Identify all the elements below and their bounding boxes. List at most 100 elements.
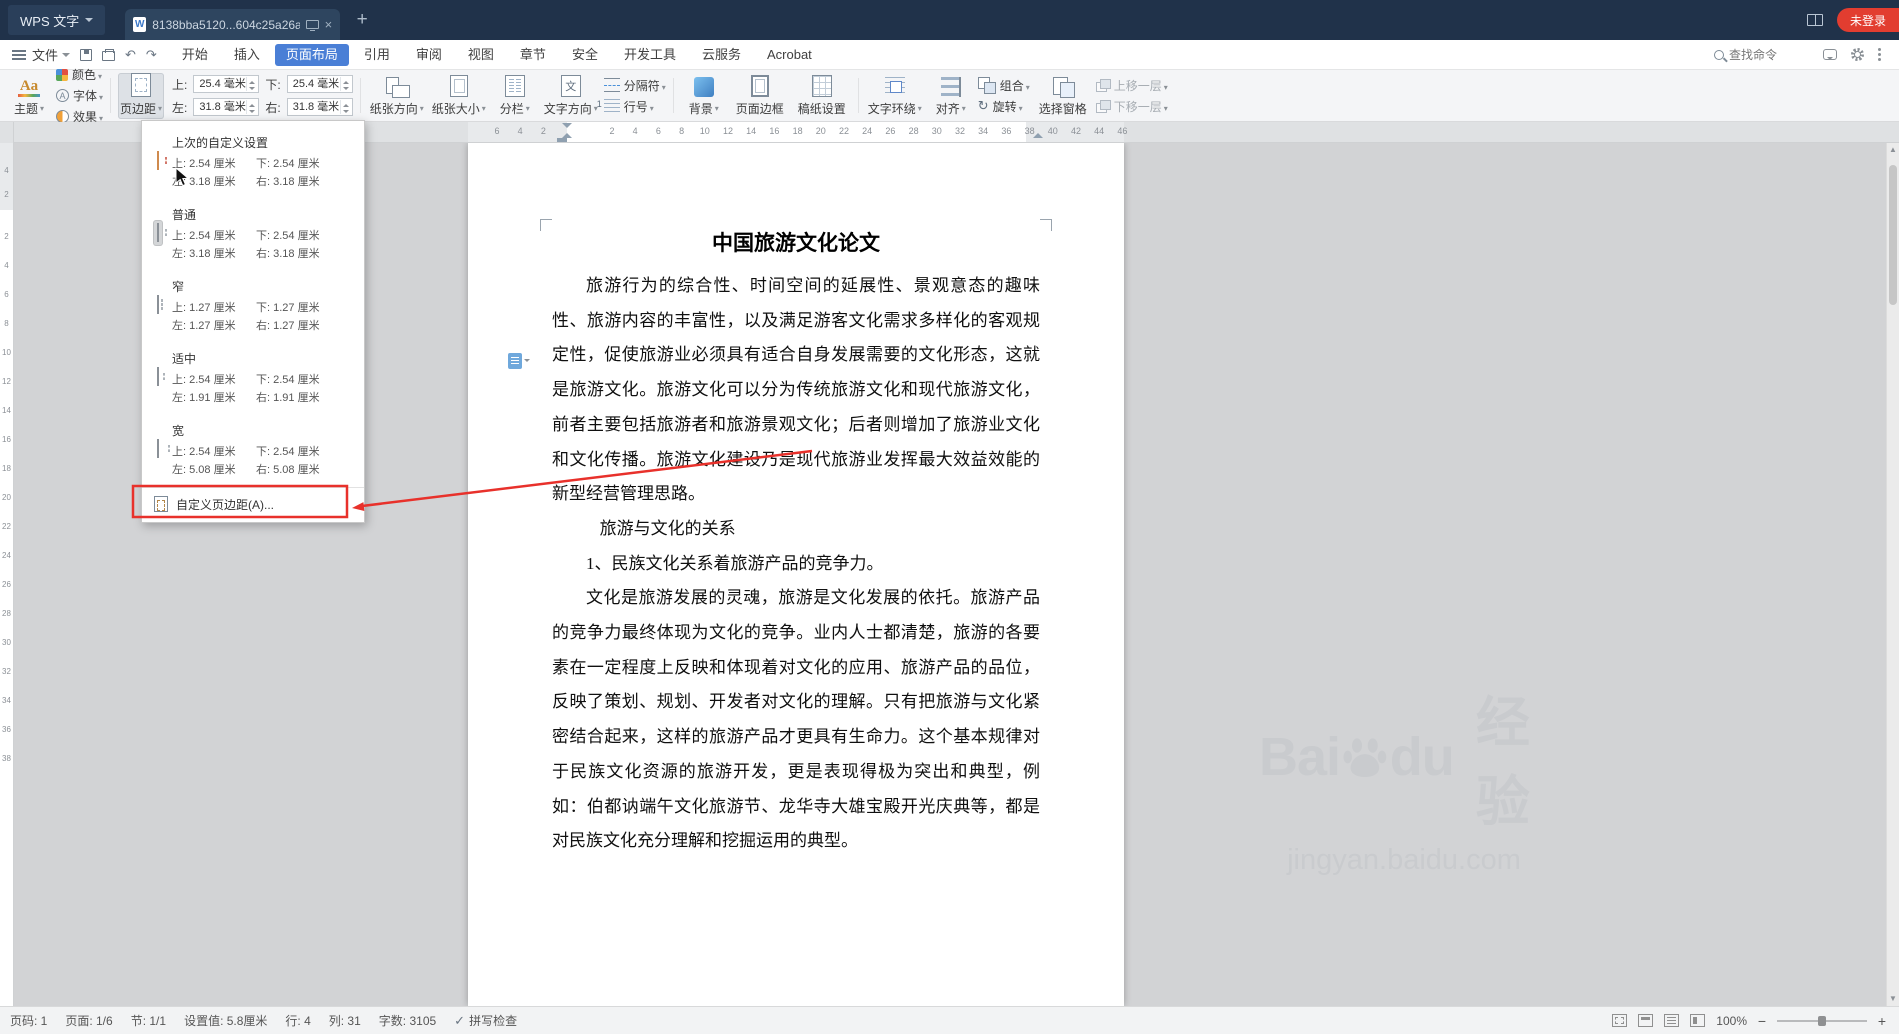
orientation-button[interactable]: 纸张方向 bbox=[368, 73, 426, 119]
tab-section[interactable]: 章节 bbox=[509, 44, 557, 66]
bring-forward-button[interactable]: 上移一层 bbox=[1095, 77, 1168, 94]
theme-button[interactable]: Aa 主题 bbox=[6, 73, 52, 119]
status-page-of-total[interactable]: 页面: 1/6 bbox=[65, 1012, 112, 1029]
page-view-icon[interactable] bbox=[1638, 1014, 1654, 1027]
margins-option-normal[interactable]: 普通 上: 2.54 厘米 下: 2.54 厘米 左: 3.18 厘米 右: 3… bbox=[142, 197, 364, 269]
ribbon: Aa 主题 颜色 字体 效果 bbox=[0, 68, 1899, 124]
zoom-out-icon[interactable]: − bbox=[1755, 1013, 1769, 1029]
search-input[interactable] bbox=[1729, 47, 1809, 62]
margins-icon bbox=[131, 72, 152, 97]
line-numbers-button[interactable]: 行号 bbox=[597, 98, 666, 115]
file-menu[interactable]: 文件 bbox=[32, 45, 71, 64]
text-wrap-button[interactable]: 文字环绕 bbox=[866, 73, 924, 119]
text-direction-label: 文字方向 bbox=[544, 100, 598, 117]
paper-size-button[interactable]: 纸张大小 bbox=[430, 73, 488, 119]
margins-option-wide[interactable]: 宽 上: 2.54 厘米 下: 2.54 厘米 左: 5.08 厘米 右: 5.… bbox=[142, 413, 364, 485]
document-body[interactable]: 中国旅游文化论文 旅游行为的综合性、时间空间的延展性、景观意态的趣味性、旅游内容… bbox=[468, 143, 1124, 1006]
ruler-number: 18 bbox=[792, 126, 803, 136]
tab-page-layout[interactable]: 页面布局 bbox=[274, 43, 349, 66]
margins-option-moderate[interactable]: 适中 上: 2.54 厘米 下: 2.54 厘米 左: 1.91 厘米 右: 1… bbox=[142, 341, 364, 413]
ruler-number: 20 bbox=[815, 126, 826, 136]
spellcheck-button[interactable]: ✓ 拼写检查 bbox=[454, 1012, 517, 1029]
tab-view[interactable]: 视图 bbox=[457, 44, 505, 66]
tab-cloud[interactable]: 云服务 bbox=[691, 44, 752, 66]
gear-icon[interactable] bbox=[1851, 48, 1864, 61]
margin-right-field[interactable]: 31.8 毫米 bbox=[286, 98, 353, 116]
theme-label: 主题 bbox=[14, 100, 44, 117]
group-button[interactable]: 组合 bbox=[977, 77, 1030, 94]
vertical-ruler[interactable]: 4 2 2 4 6 8 10 12 14 16 18 20 22 24 26 28 30 32 34 36 38 bbox=[0, 122, 14, 1006]
split-screen-icon[interactable] bbox=[1806, 14, 1823, 26]
ruler-number: 8 bbox=[4, 319, 9, 328]
stepper-arrows-icon[interactable] bbox=[246, 100, 257, 114]
left-indent-marker[interactable] bbox=[557, 138, 567, 142]
vertical-scrollbar[interactable]: ▲ ▼ bbox=[1886, 143, 1899, 1006]
ruler-number: 28 bbox=[2, 609, 11, 618]
margins-option-narrow[interactable]: 窄 上: 1.27 厘米 下: 1.27 厘米 左: 1.27 厘米 右: 1.… bbox=[142, 269, 364, 341]
scroll-down-icon[interactable]: ▼ bbox=[1887, 992, 1899, 1006]
app-menu-label: WPS 文字 bbox=[20, 13, 80, 29]
print-icon[interactable] bbox=[102, 48, 116, 61]
margins-button[interactable]: 页边距 bbox=[118, 72, 165, 119]
cast-icon[interactable] bbox=[305, 20, 319, 31]
page-border-button[interactable]: 页面边框 bbox=[731, 73, 789, 119]
document-tab[interactable]: 8138bba5120...604c25a26aa × bbox=[125, 9, 341, 40]
rotate-icon: ↻ bbox=[977, 98, 989, 113]
stepper-arrows-icon[interactable] bbox=[339, 100, 351, 114]
tab-developer[interactable]: 开发工具 bbox=[613, 44, 687, 66]
zoom-slider[interactable] bbox=[1777, 1015, 1867, 1026]
feedback-icon[interactable] bbox=[1823, 49, 1837, 60]
breaks-button[interactable]: 分隔符 bbox=[603, 77, 666, 94]
orientation-label: 纸张方向 bbox=[370, 100, 424, 117]
status-word-count[interactable]: 字数: 3105 bbox=[379, 1012, 436, 1029]
ruler-number: 36 bbox=[1001, 126, 1012, 136]
stepper-arrows-icon[interactable] bbox=[339, 77, 351, 91]
rotate-button[interactable]: ↻ 旋转 bbox=[978, 98, 1030, 115]
tab-acrobat[interactable]: Acrobat bbox=[756, 44, 823, 66]
grid-setup-button[interactable]: 稿纸设置 bbox=[793, 73, 851, 119]
tab-review[interactable]: 审阅 bbox=[405, 44, 453, 66]
kebab-menu-icon[interactable] bbox=[1878, 48, 1881, 51]
web-view-icon[interactable] bbox=[1690, 1014, 1706, 1027]
tab-close-icon[interactable]: × bbox=[325, 17, 333, 32]
send-backward-button[interactable]: 下移一层 bbox=[1095, 98, 1168, 115]
bring-forward-icon bbox=[1095, 79, 1111, 92]
fullscreen-view-icon[interactable] bbox=[1612, 1014, 1628, 1027]
margin-bottom-field[interactable]: 25.4 毫米 bbox=[286, 75, 353, 93]
login-badge[interactable]: 未登录 bbox=[1836, 8, 1899, 32]
select-pane-button[interactable]: 选择窗格 bbox=[1034, 73, 1092, 119]
tab-insert[interactable]: 插入 bbox=[223, 44, 271, 66]
tab-security[interactable]: 安全 bbox=[561, 44, 609, 66]
outline-view-icon[interactable] bbox=[1664, 1014, 1680, 1027]
margin-value: 左: 1.91 厘米 bbox=[172, 391, 236, 404]
text-direction-button[interactable]: 文字方向 bbox=[542, 73, 600, 119]
align-button[interactable]: 对齐 bbox=[928, 73, 974, 119]
fonts-button[interactable]: 字体 bbox=[56, 87, 103, 104]
columns-button[interactable]: 分栏 bbox=[492, 73, 538, 119]
paste-options-button[interactable] bbox=[508, 353, 530, 369]
colors-button[interactable]: 颜色 bbox=[56, 66, 103, 83]
redo-icon[interactable]: ↷ bbox=[146, 47, 157, 63]
hamburger-icon[interactable] bbox=[12, 49, 26, 60]
zoom-in-icon[interactable]: + bbox=[1875, 1013, 1889, 1029]
tab-home[interactable]: 开始 bbox=[171, 44, 219, 66]
document-page[interactable]: 中国旅游文化论文 旅游行为的综合性、时间空间的延展性、景观意态的趣味性、旅游内容… bbox=[468, 143, 1124, 1006]
margin-top-field[interactable]: 25.4 毫米 bbox=[193, 75, 260, 93]
custom-margins-menu-item[interactable]: 自定义页边距(A)... bbox=[142, 490, 364, 518]
background-button[interactable]: 背景 bbox=[681, 73, 727, 119]
command-search[interactable] bbox=[1714, 47, 1809, 62]
hanging-indent-marker[interactable] bbox=[562, 128, 572, 138]
save-icon[interactable] bbox=[80, 48, 93, 61]
ruler-number: 38 bbox=[2, 754, 11, 763]
right-indent-marker[interactable] bbox=[1033, 128, 1043, 138]
scrollbar-thumb[interactable] bbox=[1889, 165, 1897, 305]
zoom-slider-thumb[interactable] bbox=[1818, 1015, 1826, 1026]
zoom-level[interactable]: 100% bbox=[1716, 1014, 1747, 1028]
undo-icon[interactable]: ↶ bbox=[125, 47, 136, 63]
margin-left-field[interactable]: 31.8 毫米 bbox=[193, 98, 260, 116]
new-tab-button[interactable]: + bbox=[350, 9, 374, 31]
stepper-arrows-icon[interactable] bbox=[246, 77, 257, 91]
scroll-up-icon[interactable]: ▲ bbox=[1887, 143, 1899, 157]
tab-references[interactable]: 引用 bbox=[353, 44, 401, 66]
app-menu-button[interactable]: WPS 文字 bbox=[8, 5, 106, 35]
